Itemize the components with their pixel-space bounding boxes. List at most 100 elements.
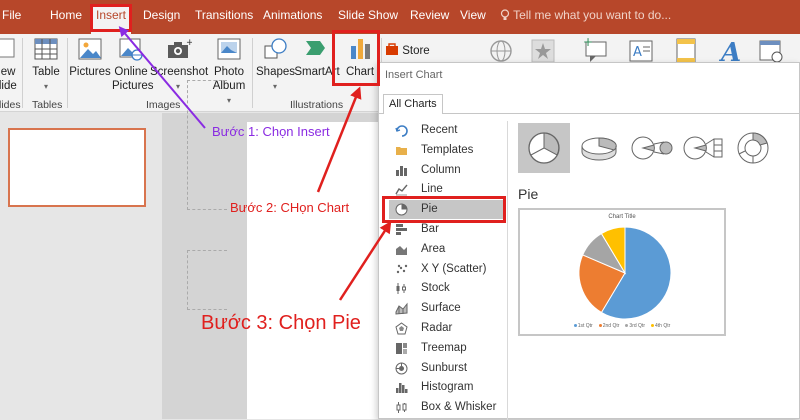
chart-type-item-x-y-scatter[interactable]: X Y (Scatter) [389,260,505,279]
chart-type-label: Line [421,183,443,196]
new-slide-label-1: New [0,66,16,78]
pie-item-highlight [382,196,506,223]
header-footer-icon [676,38,696,64]
histogram-chart-icon [396,383,408,394]
legend-swatch [598,324,602,328]
chart-type-item-sunburst[interactable]: Sunburst [389,359,505,378]
chart-type-item-radar[interactable]: Radar [389,319,505,338]
bar-of-pie-subtype-icon [683,136,723,160]
chart-preview[interactable]: Chart Title 1st Qtr 2nd Qtr 3rd Qtr 4th Qtr [518,208,726,336]
chart-type-item-box-whisker[interactable]: Box & Whisker [389,398,505,417]
legend-label: 1st Qtr [577,323,593,329]
chart-button-highlight [332,30,380,86]
area-chart-icon [396,245,407,255]
insert-tab-highlight [90,4,132,32]
bar-of-pie-subtype-button[interactable] [677,123,729,173]
store-label: Store [402,45,430,57]
new-slide-icon [0,38,15,58]
pie-of-pie-subtype-icon [631,136,673,160]
legend-swatch [573,324,577,328]
svg-text:+: + [186,38,192,48]
svg-text:A: A [633,45,642,60]
chart-type-label: Bar [421,223,439,235]
legend-item: 2nd Qtr [598,323,619,329]
pie-of-pie-subtype-button[interactable] [625,123,677,173]
scatter-chart-icon [396,264,408,273]
tell-me-search[interactable]: Tell me what you want to do... [500,8,671,22]
tell-me-placeholder: Tell me what you want to do... [513,8,672,22]
pie-subtype-button[interactable] [518,123,570,173]
selected-chart-type-name: Pie [518,186,539,202]
bar-chart-icon [396,224,407,235]
pictures-button[interactable]: Pictures [69,36,111,79]
camera-icon: + [168,38,192,58]
text-box-icon: A [629,40,653,62]
chart-type-item-column[interactable]: Column [389,161,505,180]
legend-swatch [625,324,629,328]
preview-legend: 1st Qtr 2nd Qtr 3rd Qtr 4th Qtr [520,323,724,329]
subtitle-placeholder[interactable] [187,250,227,310]
pie-subtype-icon [528,132,560,164]
slide-thumbnail[interactable] [8,128,146,207]
group-separator [252,38,253,108]
chart-type-label: Histogram [421,381,474,394]
chart-type-item-recent[interactable]: Recent [389,121,505,140]
shapes-icon [264,38,287,59]
doughnut-subtype-button[interactable] [727,123,779,173]
chevron-down-icon: ▾ [43,82,48,91]
surface-chart-icon [395,302,408,315]
chart-type-item-stock[interactable]: Stock [389,279,505,298]
smartart-icon [306,41,325,55]
globe-icon [490,40,512,62]
table-label: Table [32,66,60,78]
screenshot-label: Screenshot [150,66,209,78]
shapes-button[interactable]: Shapes ▾ [256,36,295,94]
slide-thumbnail-pane [0,113,162,419]
lightbulb-icon [500,9,510,20]
recent-icon [395,125,408,137]
tab-review[interactable]: Review [410,8,449,22]
tab-home[interactable]: Home [50,8,82,22]
chart-type-label: Box & Whisker [421,401,497,414]
new-slide-button[interactable]: New Slide [0,36,18,93]
group-tables: Tables [32,99,63,111]
chart-type-label: Stock [421,282,450,295]
comment-icon: + [583,36,607,62]
online-pictures-label-1: Online [114,66,148,78]
title-placeholder[interactable] [187,80,227,210]
tab-transitions[interactable]: Transitions [195,8,253,22]
step2-note: Bước 2: CHọn Chart [230,200,350,215]
svg-text:+: + [583,36,593,49]
doughnut-subtype-icon [737,132,769,164]
chart-type-label: Radar [421,322,453,334]
chart-type-label: Templates [421,143,474,156]
chart-type-item-surface[interactable]: Surface [389,299,505,318]
chart-type-item-area[interactable]: Area [389,240,505,259]
tab-file[interactable]: File [2,8,21,22]
legend-item: 3rd Qtr [625,323,645,329]
3d-pie-subtype-icon [581,137,617,161]
slide-canvas[interactable] [247,122,382,419]
store-button[interactable]: Store [385,42,435,58]
chart-type-label: Column [421,163,461,176]
dialog-divider [507,121,508,420]
folder-icon [396,146,407,155]
tab-design[interactable]: Design [143,8,180,22]
online-pictures-icon [119,38,143,61]
tab-all-charts[interactable]: All Charts [383,94,443,114]
tab-slide-show[interactable]: Slide Show [338,8,398,22]
tab-animations[interactable]: Animations [263,8,322,22]
online-pictures-button[interactable]: Online Pictures [112,36,154,93]
chart-type-item-histogram[interactable]: Histogram [389,378,505,397]
treemap-chart-icon [396,342,407,354]
radar-chart-icon [395,322,408,335]
photo-album-icon [217,38,241,60]
date-time-icon [759,40,783,63]
line-chart-icon [395,184,408,196]
tab-view[interactable]: View [460,8,486,22]
chart-type-label: Recent [421,124,458,136]
3d-pie-subtype-button[interactable] [573,123,625,173]
chart-type-item-treemap[interactable]: Treemap [389,339,505,358]
table-button[interactable]: Table ▾ [28,36,64,94]
chart-type-item-templates[interactable]: Templates [389,141,505,160]
